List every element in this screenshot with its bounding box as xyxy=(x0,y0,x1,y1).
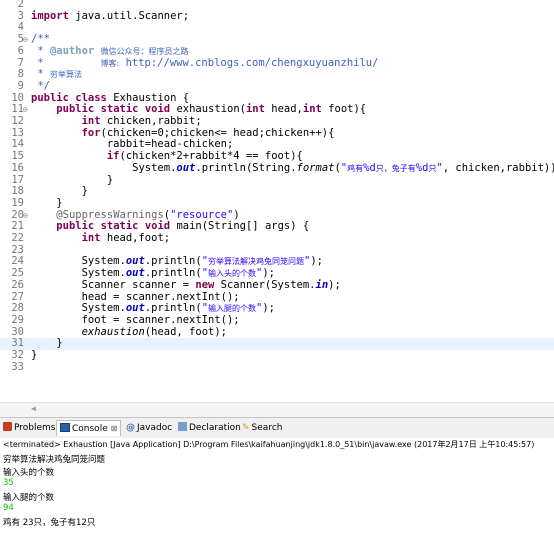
code-text: Scanner scanner = new Scanner(System.in)… xyxy=(31,278,341,291)
code-text: System.out.println(String.format("鸡有%d只，… xyxy=(31,161,554,174)
console-output-line: 鸡有 23只，兔子有12只 xyxy=(3,517,96,528)
line-number: 6 xyxy=(17,44,24,57)
line-number: 12 xyxy=(11,115,24,127)
code-line[interactable]: 8 * 穷举算法 xyxy=(0,68,554,81)
code-text: * 博客: http://www.cnblogs.com/chengxuyuan… xyxy=(31,56,379,69)
code-editor[interactable]: 2 3 import java.util.Scanner; 4 5 ⊖/** 6 * @au… xyxy=(0,0,554,402)
tab-problems[interactable]: Problems xyxy=(3,421,55,436)
console-icon xyxy=(60,423,70,432)
code-line[interactable]: 16 System.out.println(String.format("鸡有%… xyxy=(0,161,554,175)
code-line[interactable]: 33 xyxy=(0,360,554,374)
line-number: 32 xyxy=(11,349,24,361)
code-line[interactable]: 26 Scanner scanner = new Scanner(System.… xyxy=(0,278,554,292)
console-view[interactable]: <terminated> Exhaustion [Java Applicatio… xyxy=(0,438,554,540)
code-line[interactable]: 22 int head,foot; xyxy=(0,232,554,245)
search-icon: ✎ xyxy=(242,423,250,433)
code-line[interactable]: 18 } xyxy=(0,185,554,198)
declaration-icon xyxy=(178,422,187,431)
code-line[interactable]: 3 import java.util.Scanner; xyxy=(0,9,554,23)
scroll-left-icon[interactable]: ◀ xyxy=(31,404,36,413)
close-icon[interactable]: ⊠ xyxy=(111,424,118,433)
code-line[interactable]: 31 } xyxy=(0,338,554,350)
line-number: 29 xyxy=(11,313,24,326)
line-number: 26 xyxy=(11,278,24,291)
line-number: 9 xyxy=(17,79,24,92)
line-number: 33 xyxy=(11,360,24,373)
horizontal-scrollbar[interactable]: ◀ xyxy=(0,402,554,417)
code-text: } xyxy=(31,349,38,361)
code-text: int chicken,rabbit; xyxy=(81,115,202,127)
javadoc-icon: @ xyxy=(126,423,135,433)
console-output-line: 穷举算法解决鸡兔同笼问题 xyxy=(3,455,106,465)
code-line[interactable]: 30 exhaustion(head, foot); xyxy=(0,326,554,339)
code-line[interactable]: 7 * 博客: http://www.cnblogs.com/chengxuyu… xyxy=(0,56,554,70)
line-number: 19 xyxy=(11,196,24,209)
code-line[interactable]: 32} xyxy=(0,349,554,362)
code-line[interactable]: 6 * @author 微信公众号：程序员之路 xyxy=(0,44,554,58)
console-status-line: <terminated> Exhaustion [Java Applicatio… xyxy=(3,440,535,449)
problems-icon xyxy=(3,422,12,431)
tab-declaration[interactable]: Declaration xyxy=(178,421,241,436)
code-text: import java.util.Scanner; xyxy=(31,9,190,22)
code-line[interactable]: 4 xyxy=(0,22,554,34)
code-text: * @author 微信公众号：程序员之路 xyxy=(31,44,189,57)
console-output-line: 输入头的个数 xyxy=(3,467,55,478)
tab-search[interactable]: ✎ Search xyxy=(242,421,282,436)
line-number: 22 xyxy=(11,232,24,244)
tab-javadoc[interactable]: @ Javadoc xyxy=(126,421,172,436)
code-text: int head,foot; xyxy=(81,232,171,244)
line-number: 16 xyxy=(11,161,24,174)
console-input-line: 94 xyxy=(3,503,14,513)
tab-console[interactable]: Console ⊠ xyxy=(56,420,122,436)
console-input-line: 35 xyxy=(3,478,14,488)
console-output-line: 输入腿的个数 xyxy=(3,492,55,503)
view-tab-bar: Problems Console ⊠ @ Javadoc Declaration … xyxy=(0,417,554,439)
